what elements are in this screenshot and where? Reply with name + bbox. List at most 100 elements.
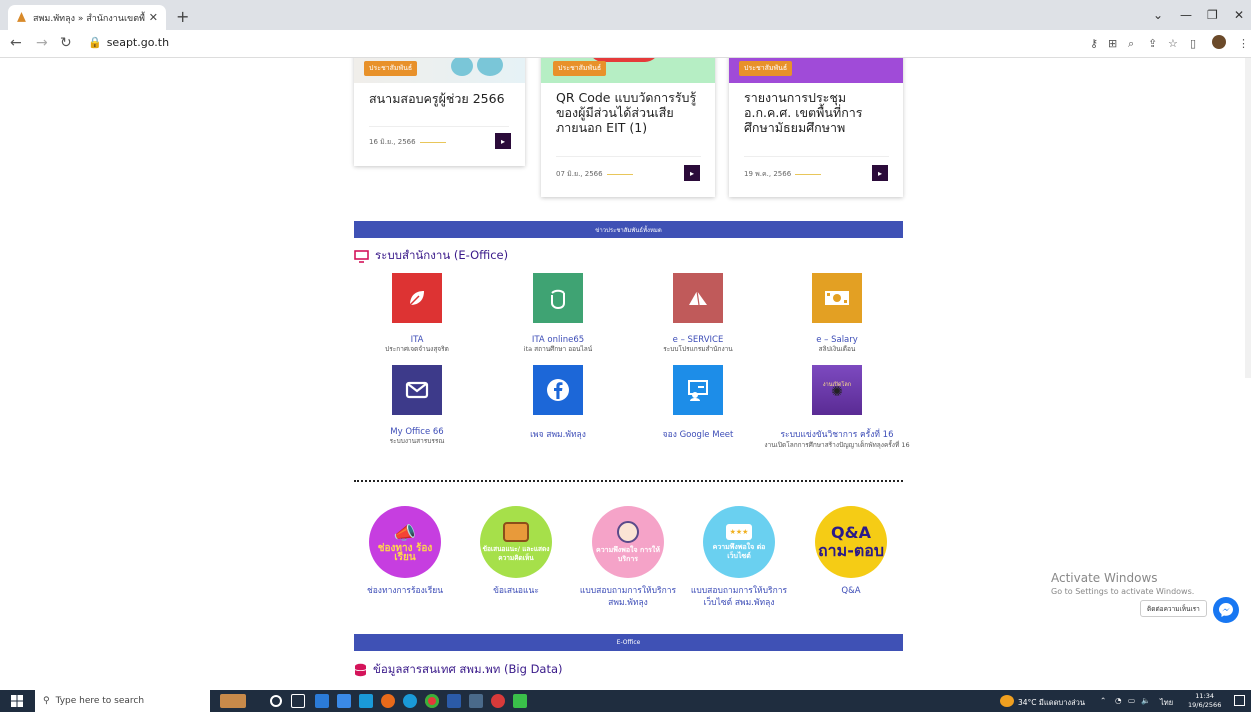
esalary-tile[interactable]	[812, 273, 862, 323]
news-card-title[interactable]: QR Code แบบวัดการรับรู้ของผู้มีส่วนได้ส่…	[556, 90, 706, 135]
sidepanel-icon[interactable]: ▯	[1190, 37, 1196, 50]
eoffice-heading-text: ระบบสำนักงาน (E-Office)	[375, 248, 509, 262]
weather-text[interactable]: 34°C มีแดดบางส่วน	[1018, 697, 1085, 709]
news-card-title[interactable]: รายงานการประชุม อ.ก.ค.ศ. เขตพื้นที่การศึ…	[744, 90, 884, 135]
face-mask-figure-icon	[477, 58, 503, 76]
new-tab-button[interactable]: +	[176, 7, 189, 26]
eservice-tile[interactable]	[673, 273, 723, 323]
eservice-label[interactable]: e – SERVICE ระบบโปรแกรมสำนักงาน	[623, 335, 773, 354]
app-icon[interactable]	[315, 694, 329, 708]
service-satisfaction-text: ความพึงพอใจ การให้บริการ	[596, 545, 660, 563]
news-card[interactable]: ประชาสัมพันธ์ สนามสอบครูผู้ช่วย 2566 16 …	[354, 58, 525, 166]
word-icon[interactable]	[447, 694, 461, 708]
face-mask-figure-icon	[451, 58, 473, 76]
profile-avatar[interactable]	[1212, 35, 1226, 49]
contact-us-button[interactable]: ติดต่อความเห็นเรา	[1140, 600, 1207, 617]
mail-app-icon[interactable]	[359, 694, 373, 708]
ita-online-tile[interactable]	[533, 273, 583, 323]
eoffice-bar[interactable]: E-Office	[354, 634, 903, 651]
task-view-icon[interactable]	[291, 694, 305, 708]
translate-icon[interactable]: ⊞	[1108, 37, 1117, 50]
contest-label[interactable]: ระบบแข่งขันวิชาการ ครั้งที่ 16 งานเปิดโลก…	[762, 427, 912, 450]
my-office-tile[interactable]	[392, 365, 442, 415]
file-icon[interactable]	[469, 694, 483, 708]
contest-tile[interactable]: งานเปิดโลก ✺	[812, 365, 862, 415]
store-icon[interactable]	[337, 694, 351, 708]
close-window-icon[interactable]: ✕	[1234, 8, 1244, 22]
category-badge: ประชาสัมพันธ์	[364, 61, 418, 76]
key-icon[interactable]: ⚷	[1090, 37, 1098, 50]
website-satisfaction-circle[interactable]: ★★★ ความพึงพอใจ ต่อเว็บไซต์	[703, 506, 775, 578]
megaphone-icon: 📣	[393, 522, 417, 544]
edge-icon[interactable]	[403, 694, 417, 708]
reload-icon[interactable]: ↻	[60, 35, 72, 51]
clock[interactable]: 11:34 19/6/2566	[1188, 692, 1221, 710]
suggestion-circle[interactable]: ข้อเสนอแนะ/ และแสดงความคิดเห็น	[480, 506, 552, 578]
category-badge: ประชาสัมพันธ์	[553, 61, 607, 76]
news-card[interactable]: ประชาสัมพันธ์ รายงานการประชุม อ.ก.ค.ศ. เ…	[729, 58, 903, 197]
lock-icon: 🔒	[88, 36, 102, 49]
read-more-arrow-icon[interactable]: ▸	[872, 165, 888, 181]
url-field[interactable]: 🔒 seapt.go.th	[88, 36, 169, 49]
minimize-icon[interactable]: —	[1180, 8, 1192, 22]
app-red-icon[interactable]	[491, 694, 505, 708]
complaint-channel-link[interactable]: ช่องทางการร้องเรียน	[355, 585, 455, 597]
facebook-page-label[interactable]: เพจ สพม.พัทลุง	[483, 427, 633, 441]
share-icon[interactable]: ⇪	[1148, 37, 1157, 50]
ita-tile[interactable]	[392, 273, 442, 323]
zoom-icon[interactable]: ⌕	[1128, 37, 1134, 51]
chrome-icon[interactable]	[425, 694, 439, 708]
ita-online-label[interactable]: ITA online65 ita สถานศึกษา ออนไลน์	[483, 335, 633, 354]
firefox-icon[interactable]	[381, 694, 395, 708]
all-news-button[interactable]: ข่าวประชาสัมพันธ์ทั้งหมด	[354, 221, 903, 238]
line-app-icon[interactable]	[513, 694, 527, 708]
esalary-label[interactable]: e – Salary สลิปเงินเดือน	[762, 335, 912, 354]
messenger-icon[interactable]	[1213, 597, 1239, 623]
complaint-circle-text: ช่องทาง ร้องเรียน	[377, 542, 433, 563]
browser-tab[interactable]: สพม.พัทลุง » สำนักงานเขตพื้นที่การศึ ✕	[8, 5, 166, 30]
suggestion-link[interactable]: ข้อเสนอแนะ	[466, 585, 566, 597]
paper-plane-icon	[689, 290, 707, 306]
read-more-arrow-icon[interactable]: ▸	[495, 133, 511, 149]
complaint-channel-circle[interactable]: 📣 ช่องทาง ร้องเรียน	[369, 506, 441, 578]
battery-icon[interactable]: ▭	[1128, 696, 1135, 705]
facebook-icon	[547, 379, 569, 401]
google-meet-label[interactable]: จอง Google Meet	[623, 427, 773, 441]
service-satisfaction-circle[interactable]: ความพึงพอใจ การให้บริการ	[592, 506, 664, 578]
taskbar-search-input[interactable]: ⚲ Type here to search	[35, 690, 210, 712]
tray-arrow-icon[interactable]: ⌃	[1100, 696, 1106, 705]
qa-icon: Q&A ถาม-ตอบ	[817, 523, 884, 560]
news-card-title[interactable]: สนามสอบครูผู้ช่วย 2566	[369, 91, 519, 106]
network-icon[interactable]: ◔	[1115, 696, 1122, 705]
mail-icon	[405, 381, 429, 399]
qa-link[interactable]: Q&A	[801, 585, 901, 597]
tab-close-icon[interactable]: ✕	[149, 11, 158, 24]
taskbar-search-placeholder: Type here to search	[55, 696, 145, 706]
google-meet-tile[interactable]	[673, 365, 723, 415]
kangaroo-widget-icon[interactable]	[220, 694, 246, 708]
cortana-icon[interactable]	[270, 695, 282, 707]
back-icon[interactable]: ←	[10, 35, 22, 51]
windows-start-icon[interactable]	[11, 695, 23, 707]
service-survey-link[interactable]: แบบสอบถามการให้บริการ สพม.พัทลุง	[578, 585, 678, 609]
bookmark-star-icon[interactable]: ☆	[1168, 37, 1178, 50]
read-more-arrow-icon[interactable]: ▸	[684, 165, 700, 181]
news-card[interactable]: ประชาสัมพันธ์ QR Code แบบวัดการรับรู้ของ…	[541, 58, 715, 197]
tab-search-icon[interactable]: ⌄	[1153, 8, 1163, 22]
site-favicon-icon	[17, 12, 26, 22]
language-indicator[interactable]: ไทย	[1160, 697, 1173, 709]
notifications-icon[interactable]	[1234, 695, 1245, 706]
forward-icon[interactable]: →	[36, 35, 48, 51]
volume-icon[interactable]: 🔈	[1141, 696, 1150, 705]
ita-label[interactable]: ITA ประกาศเจตจำนงสุจริต	[342, 335, 492, 354]
website-survey-link[interactable]: แบบสอบถามการให้บริการเว็บไซต์ สพม.พัทลุง	[689, 585, 789, 609]
facebook-page-tile[interactable]	[533, 365, 583, 415]
restore-icon[interactable]: ❐	[1207, 8, 1218, 22]
menu-dots-icon[interactable]: ⋮	[1238, 37, 1249, 50]
website-satisfaction-text: ความพึงพอใจ ต่อเว็บไซต์	[712, 542, 766, 560]
qa-circle[interactable]: Q&A ถาม-ตอบ	[815, 506, 887, 578]
database-icon	[354, 663, 367, 677]
chat-icon	[503, 521, 529, 542]
weather-icon[interactable]	[1000, 695, 1014, 707]
my-office-label[interactable]: My Office 66 ระบบงานสารบรรณ	[342, 427, 492, 446]
